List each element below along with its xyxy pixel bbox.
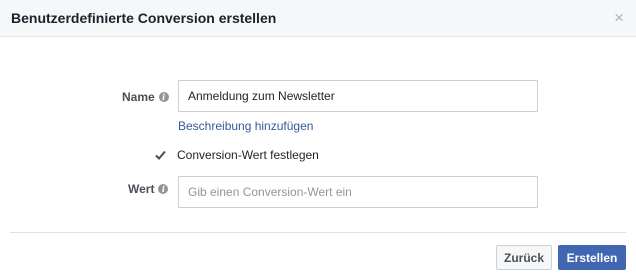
conversion-value-checkbox-row[interactable]: Conversion-Wert festlegen: [154, 148, 319, 162]
add-description-link[interactable]: Beschreibung hinzufügen: [178, 119, 313, 133]
dialog-title: Benutzerdefinierte Conversion erstellen: [11, 10, 277, 26]
footer-divider: [10, 232, 626, 233]
name-input[interactable]: Anmeldung zum Newsletter: [178, 80, 538, 112]
close-icon[interactable]: ×: [614, 9, 624, 26]
name-label: Name: [122, 90, 155, 104]
custom-conversion-dialog: Benutzerdefinierte Conversion erstellen …: [0, 0, 636, 278]
name-label-group: Name i: [122, 90, 169, 104]
dialog-header: Benutzerdefinierte Conversion erstellen …: [0, 0, 636, 37]
checkmark-svg: [154, 150, 166, 160]
back-button[interactable]: Zurück: [496, 245, 552, 270]
conversion-value-checkbox-label: Conversion-Wert festlegen: [177, 148, 319, 162]
info-icon[interactable]: i: [158, 184, 169, 194]
create-button[interactable]: Erstellen: [558, 245, 626, 270]
conversion-value-input[interactable]: Gib einen Conversion-Wert ein: [178, 176, 538, 208]
info-icon[interactable]: i: [158, 92, 169, 102]
value-label-group: Wert i: [128, 182, 169, 196]
value-label: Wert: [128, 182, 155, 196]
checkmark-icon[interactable]: [154, 149, 166, 161]
